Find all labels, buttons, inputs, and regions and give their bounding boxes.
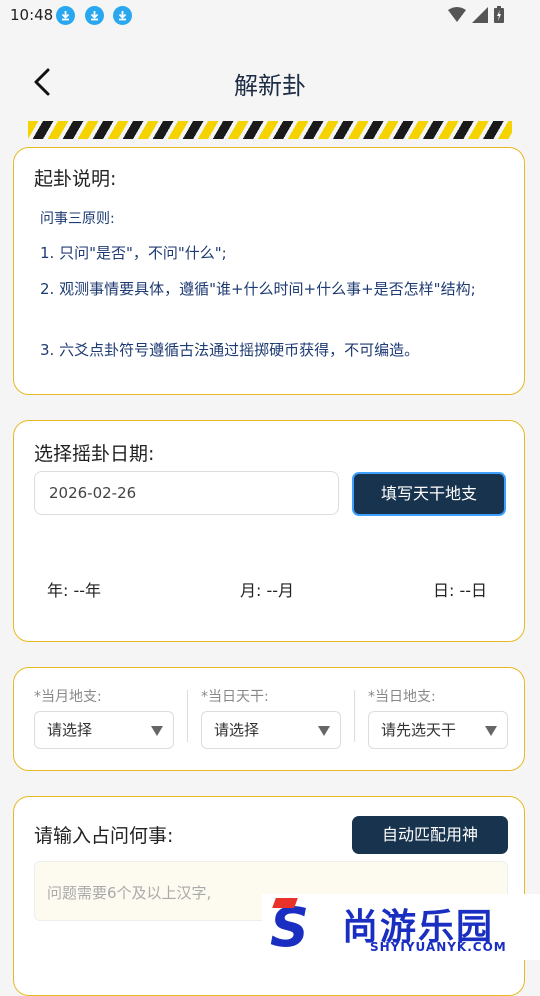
question-card-title: 请输入占问何事: <box>34 825 174 847</box>
month-branch-label: *当月地支: <box>34 689 102 705</box>
day-stem-label: *当日天干: <box>201 689 269 705</box>
dropdown-triangle-icon <box>318 726 330 736</box>
month-branch-select-group: *当月地支: 请选择 <box>34 668 174 768</box>
year-display: 年: --年 <box>47 581 102 600</box>
instruction-line: 2. 观测事情要具体，遵循"谁+什么时间+什么事+是否怎样"结构; <box>40 280 476 298</box>
signal-icon <box>472 6 488 27</box>
instructions-card: 起卦说明: 问事三原则: 1. 只问"是否"，不问"什么"; 2. 观测事情要具… <box>13 147 525 395</box>
day-display: 日: --日 <box>433 581 488 600</box>
site-watermark: S 尚游乐园 SHYIYUANYK.COM <box>262 894 540 960</box>
day-branch-label: *当日地支: <box>368 689 436 705</box>
watermark-logo-accent <box>272 898 298 908</box>
select-value: 请选择 <box>214 721 260 739</box>
date-input[interactable]: 2026-02-26 <box>34 471 339 515</box>
dropdown-triangle-icon <box>485 726 497 736</box>
column-divider <box>187 690 188 742</box>
day-branch-select[interactable]: 请先选天干 <box>368 711 508 749</box>
month-branch-select[interactable]: 请选择 <box>34 711 174 749</box>
dropdown-triangle-icon <box>151 726 163 736</box>
instructions-title: 起卦说明: <box>34 168 117 190</box>
status-bar: 10:48 <box>0 0 540 32</box>
instruction-line: 3. 六爻点卦符号遵循古法通过摇掷硬币获得，不可编造。 <box>40 341 420 359</box>
select-value: 请先选天干 <box>381 721 457 739</box>
selectors-card: *当月地支: 请选择 *当日天干: 请选择 *当日地支: 请先选天干 <box>13 667 525 771</box>
day-branch-select-group: *当日地支: 请先选天干 <box>368 668 508 768</box>
status-time: 10:48 <box>10 6 54 24</box>
column-divider <box>354 690 355 742</box>
app-header: 解新卦 <box>0 50 540 116</box>
watermark-brand-en: SHYIYUANYK.COM <box>370 940 507 954</box>
day-stem-select-group: *当日天干: 请选择 <box>201 668 341 768</box>
date-card-title: 选择摇卦日期: <box>34 443 155 465</box>
fill-stems-branches-button[interactable]: 填写天干地支 <box>352 472 506 516</box>
download-notification-icon <box>56 6 75 25</box>
date-card: 选择摇卦日期: 2026-02-26 填写天干地支 年: --年 月: --月 … <box>13 420 525 642</box>
instruction-line: 问事三原则: <box>40 211 115 227</box>
instruction-line: 1. 只问"是否"，不问"什么"; <box>40 244 227 262</box>
download-notification-icon <box>113 6 132 25</box>
question-placeholder: 问题需要6个及以上汉字, <box>47 884 212 902</box>
download-notification-icon <box>85 6 104 25</box>
day-stem-select[interactable]: 请选择 <box>201 711 341 749</box>
hazard-stripe-divider <box>28 121 512 139</box>
wifi-icon <box>448 6 466 27</box>
battery-icon <box>494 6 504 27</box>
select-value: 请选择 <box>47 721 93 739</box>
page-title: 解新卦 <box>234 72 306 100</box>
auto-match-button[interactable]: 自动匹配用神 <box>352 816 508 854</box>
month-display: 月: --月 <box>240 581 295 600</box>
